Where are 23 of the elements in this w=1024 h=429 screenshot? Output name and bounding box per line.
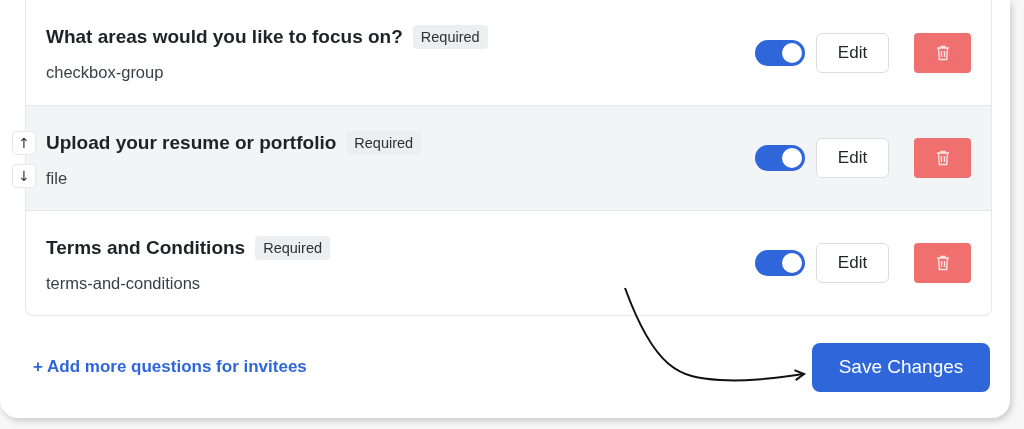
move-down-button[interactable]: ↓ <box>12 164 36 188</box>
edit-button[interactable]: Edit <box>816 32 889 73</box>
toggle-switch[interactable] <box>755 39 805 66</box>
toggle-switch[interactable] <box>755 145 805 171</box>
toggle-switch[interactable] <box>755 250 805 276</box>
question-title: Upload your resume or portfolio <box>46 131 337 154</box>
trash-icon <box>935 255 950 271</box>
required-badge: Required <box>412 25 488 49</box>
delete-button[interactable] <box>914 32 971 73</box>
required-badge: Required <box>346 130 422 155</box>
question-type: file <box>46 168 69 188</box>
edit-button[interactable]: Edit <box>816 243 889 283</box>
required-badge: Required <box>255 235 330 260</box>
save-button[interactable]: Save Changes <box>812 342 990 392</box>
edit-button[interactable]: Edit <box>816 138 889 178</box>
move-up-button[interactable]: ↑ <box>12 131 36 155</box>
trash-icon <box>935 44 950 61</box>
question-title: Terms and Conditions <box>46 236 246 259</box>
question-type: checkbox-group <box>46 63 165 82</box>
question-type: terms-and-conditions <box>46 273 202 293</box>
add-questions-link[interactable]: + Add more questions for invitees <box>33 357 307 377</box>
trash-icon <box>935 150 950 166</box>
question-title: What areas would you like to focus on? <box>46 26 403 48</box>
